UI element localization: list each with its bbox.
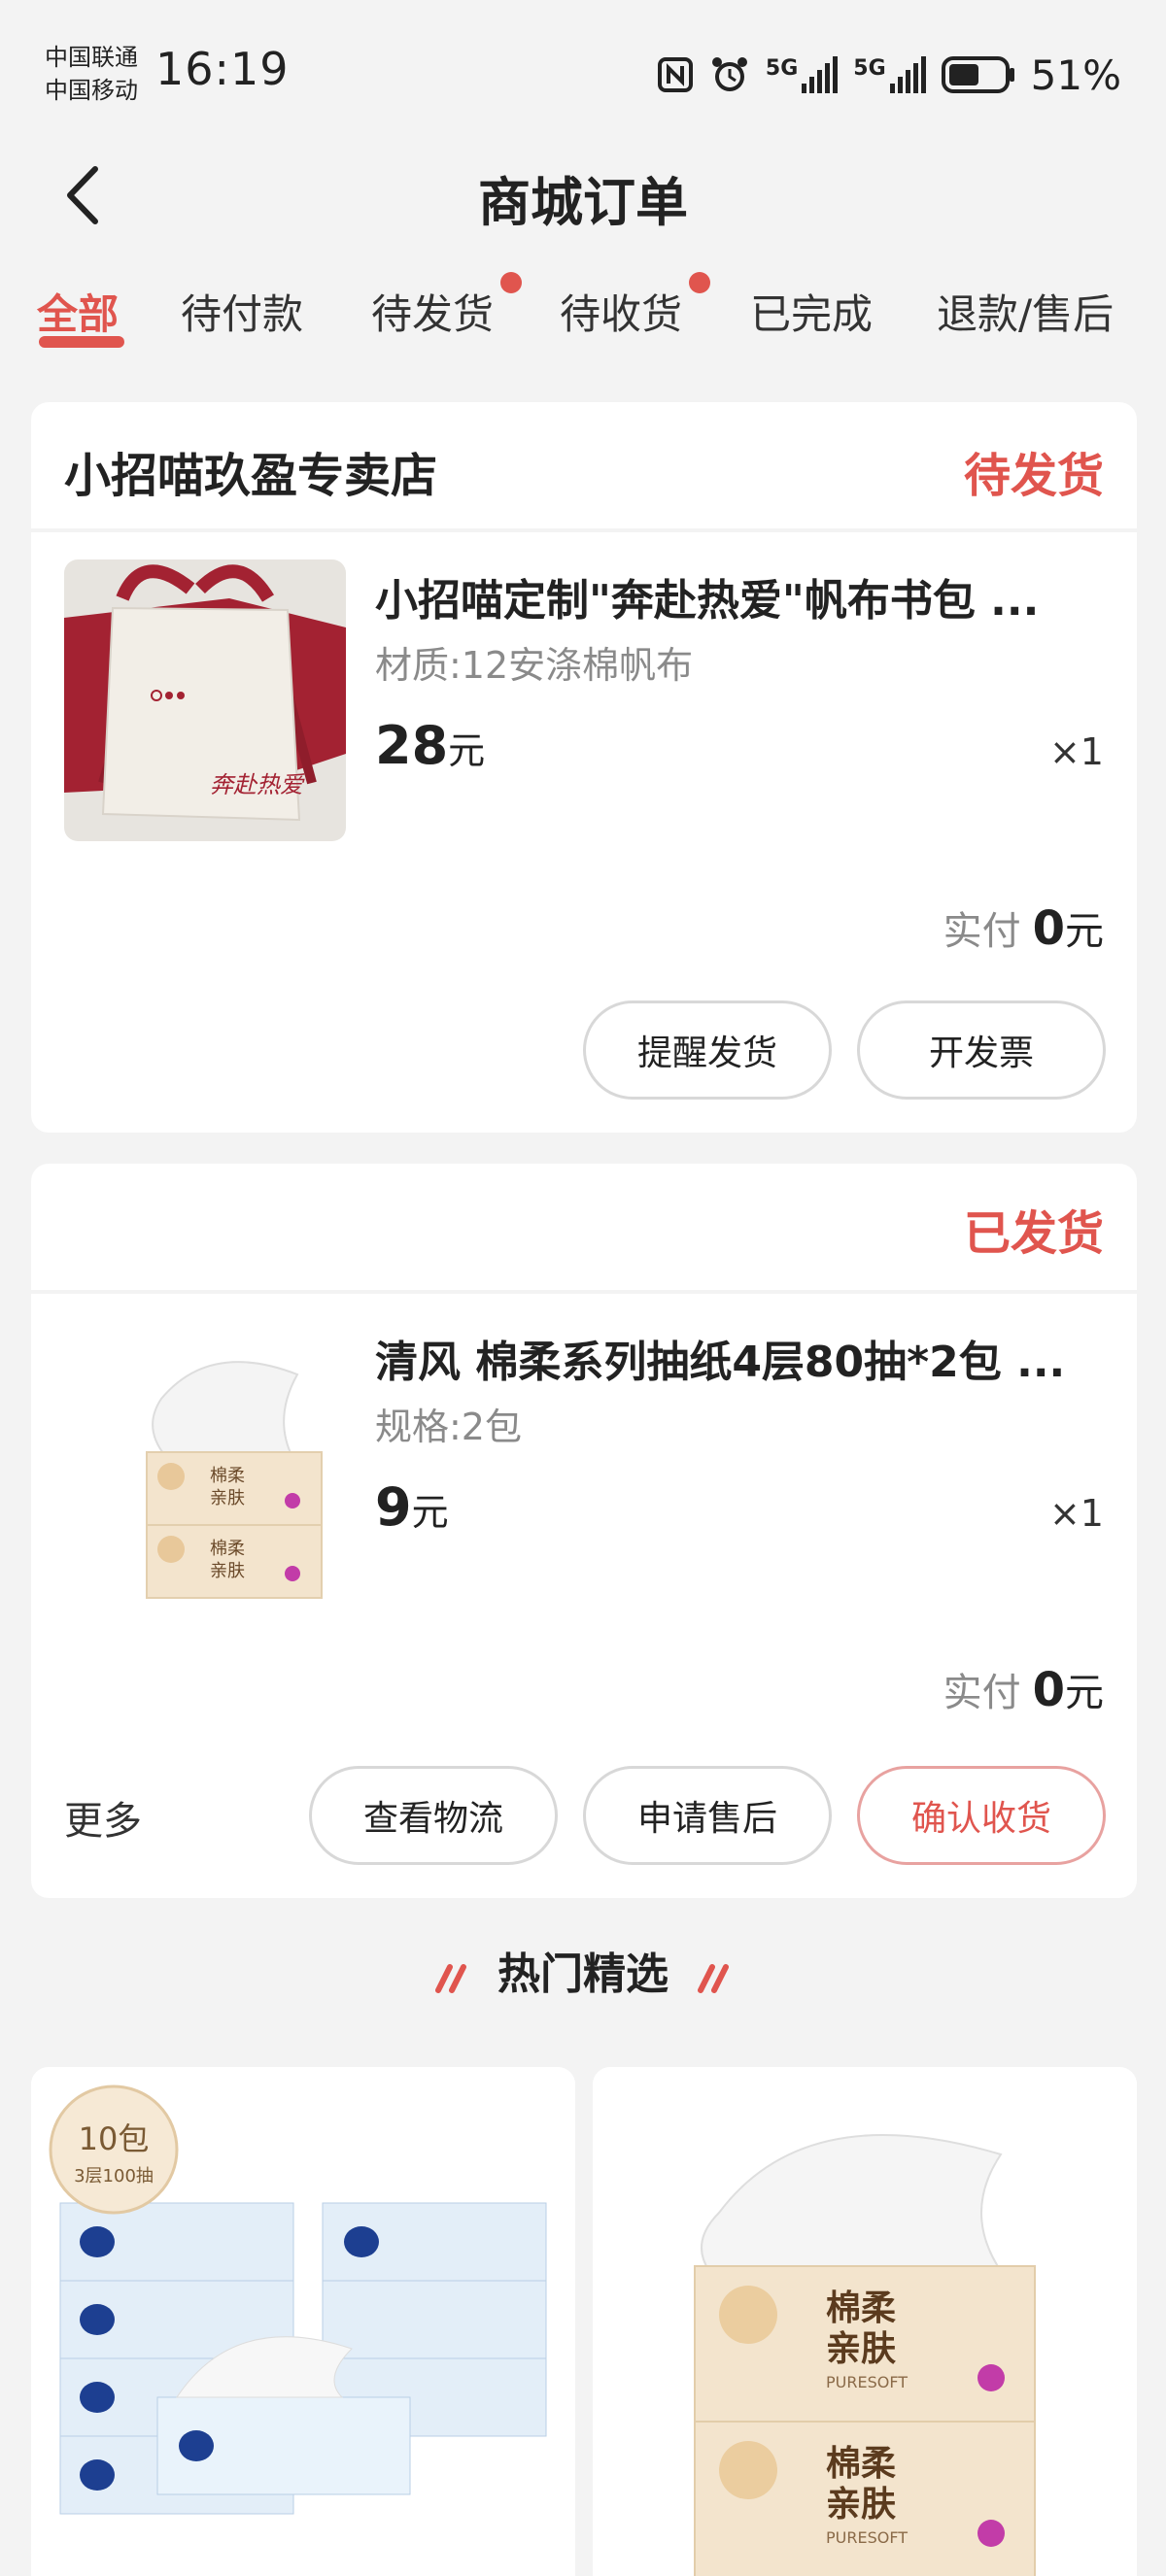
store-name[interactable]: 小招喵玖盈专卖店: [64, 437, 437, 505]
tab-pending-receipt[interactable]: 待收货: [560, 282, 682, 341]
product-price: 28元: [375, 715, 485, 776]
paid-unit: 元: [1065, 1671, 1104, 1715]
pack-label-2: 亲肤: [210, 1488, 245, 1508]
slash-decoration-icon: [434, 1964, 466, 1993]
tote-bag-illustration: 奔赴热爱: [64, 559, 346, 841]
divider: [31, 1290, 1137, 1294]
status-icons: 5G 5G 51%: [657, 49, 1121, 101]
more-options-link[interactable]: 更多: [64, 1789, 142, 1846]
paid-amount: 0: [1032, 1663, 1065, 1717]
product-image-tissue[interactable]: 棉柔 亲肤 棉柔 亲肤: [64, 1321, 346, 1603]
page-title: 商城订单: [478, 172, 688, 233]
vinda-tissue-image: 10包 3层100抽: [31, 2067, 575, 2576]
qingfeng-tissue-image: 棉柔 亲肤 棉柔 亲肤 PURESOFT PURESOFT: [593, 2067, 1137, 2576]
paid-total: 实付 0元: [943, 899, 1104, 956]
carrier-1: 中国联通: [45, 44, 138, 71]
product-spec: 材质:12安涤棉帆布: [375, 644, 694, 687]
product-title[interactable]: 小招喵定制"奔赴热爱"帆布书包 ...: [375, 565, 1114, 627]
product-price: 9元: [375, 1476, 449, 1538]
pack-subtitle: PURESOFT: [826, 2528, 908, 2547]
order-status: 待发货: [963, 449, 1104, 503]
price-amount: 9: [375, 1476, 412, 1538]
pack-label-2: 亲肤: [826, 2329, 896, 2369]
order-card[interactable]: 已发货 棉柔 亲肤 棉柔 亲肤 清风 棉柔系列抽纸4层80抽*2包 ... 规格…: [31, 1164, 1137, 1898]
product-quantity: ×1: [1048, 1492, 1104, 1535]
apply-after-sales-button[interactable]: 申请售后: [583, 1766, 832, 1865]
bag-print-text: 奔赴热爱: [210, 771, 305, 798]
signal-1: 5G: [765, 56, 839, 93]
signal-2: 5G: [853, 56, 926, 93]
battery-icon: [941, 56, 1014, 93]
product-title[interactable]: 清风 棉柔系列抽纸4层80抽*2包 ...: [375, 1327, 1114, 1389]
nfc-icon: [657, 57, 693, 92]
recommended-product-card[interactable]: 棉柔 亲肤 棉柔 亲肤 PURESOFT PURESOFT: [593, 2067, 1137, 2576]
paid-label: 实付: [943, 1671, 1021, 1715]
slash-decoration-icon: [698, 1964, 730, 1993]
view-logistics-button[interactable]: 查看物流: [309, 1766, 558, 1865]
remind-shipping-button[interactable]: 提醒发货: [583, 1000, 832, 1100]
divider: [31, 528, 1137, 532]
hot-picks-title: 热门精选: [497, 1949, 669, 1999]
product-image-tote-bag[interactable]: 奔赴热爱: [64, 559, 346, 841]
paid-unit: 元: [1065, 909, 1104, 954]
carrier-labels: 中国联通 中国移动: [45, 41, 138, 107]
signal-bars-icon: [889, 56, 926, 93]
signal-bars-icon: [802, 56, 839, 93]
product-spec: 规格:2包: [375, 1406, 522, 1448]
pack-count-badge: 10包: [79, 2120, 150, 2157]
battery-percent: 51%: [1030, 51, 1121, 99]
tab-all[interactable]: 全部: [37, 282, 119, 341]
paid-total: 实付 0元: [943, 1661, 1104, 1717]
tab-badge-dot: [689, 272, 710, 293]
header: 商城订单: [0, 122, 1166, 258]
recommended-product-card[interactable]: 10包 3层100抽: [31, 2067, 575, 2576]
pack-label-1: 棉柔: [210, 1466, 245, 1486]
tab-badge-dot: [500, 272, 522, 293]
product-quantity: ×1: [1048, 730, 1104, 773]
tissue-pack-illustration: 棉柔 亲肤 棉柔 亲肤: [64, 1321, 346, 1603]
order-tabs: 全部 待付款 待发货 待收货 已完成 退款/售后: [0, 272, 1166, 350]
pack-label-2: 亲肤: [210, 1561, 245, 1581]
pack-label-2: 亲肤: [826, 2485, 896, 2525]
price-unit: 元: [448, 729, 486, 772]
signal-2-label: 5G: [853, 56, 886, 81]
tab-pending-shipment[interactable]: 待发货: [371, 282, 494, 341]
issue-invoice-button[interactable]: 开发票: [857, 1000, 1106, 1100]
confirm-receipt-button[interactable]: 确认收货: [857, 1766, 1106, 1865]
pack-spec-badge: 3层100抽: [74, 2166, 154, 2186]
tab-refund[interactable]: 退款/售后: [937, 282, 1114, 341]
price-unit: 元: [411, 1491, 449, 1534]
paid-amount: 0: [1032, 901, 1065, 956]
alarm-icon: [711, 57, 747, 91]
pack-label-1: 棉柔: [826, 2288, 896, 2328]
paid-label: 实付: [943, 909, 1021, 954]
pack-label-1: 棉柔: [826, 2444, 896, 2484]
status-bar: 中国联通 中国移动 16:19 5G 5G 51%: [0, 0, 1166, 122]
status-time: 16:19: [155, 43, 290, 95]
order-status: 已发货: [963, 1206, 1104, 1261]
signal-1-label: 5G: [765, 56, 799, 81]
tab-pending-payment[interactable]: 待付款: [181, 282, 303, 341]
tab-completed[interactable]: 已完成: [750, 282, 873, 341]
pack-subtitle: PURESOFT: [826, 2373, 908, 2391]
active-tab-indicator: [39, 336, 124, 348]
pack-label-1: 棉柔: [210, 1539, 245, 1559]
hot-picks-header: 热门精选: [0, 1939, 1166, 2001]
carrier-2: 中国移动: [45, 77, 138, 104]
price-amount: 28: [375, 715, 449, 776]
order-card[interactable]: 小招喵玖盈专卖店 待发货 奔赴热爱 小招喵定制"奔赴热爱"帆布书包 ... 材质…: [31, 402, 1137, 1133]
